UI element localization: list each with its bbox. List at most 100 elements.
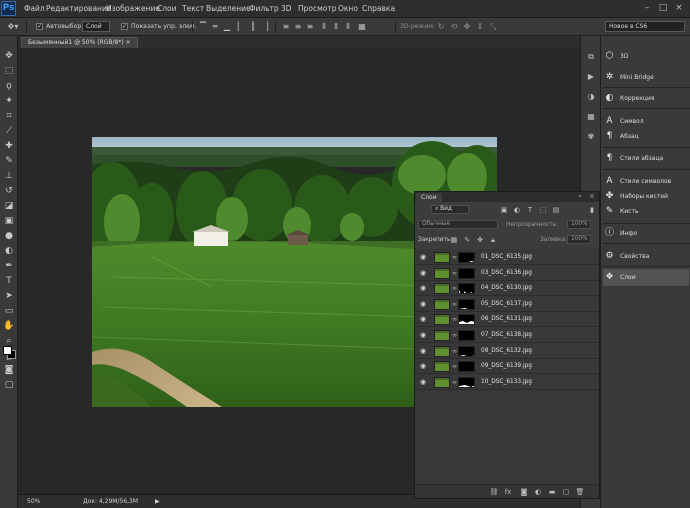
distribute-hcenter-icon[interactable]: ⦀ <box>331 22 341 32</box>
align-top-icon[interactable]: ▔ <box>198 22 208 32</box>
visibility-eye-icon[interactable]: ◉ <box>418 253 428 262</box>
close-panel-icon[interactable]: × <box>589 192 595 200</box>
new-adjustment-layer-icon[interactable]: ◐ <box>533 487 543 497</box>
color-panel-icon[interactable]: ◑ <box>585 92 597 102</box>
link-chain-icon[interactable]: ∞ <box>452 348 457 355</box>
minimize-button[interactable]: – <box>641 3 653 14</box>
clone-stamp-icon[interactable]: ⊥ <box>2 170 16 183</box>
layer-thumbnail[interactable] <box>434 298 450 310</box>
layers-panel-tab[interactable]: Слои <box>416 193 442 202</box>
layer-thumbnail[interactable] <box>434 314 450 326</box>
menu-3d[interactable]: 3D <box>281 4 292 13</box>
layer-row[interactable]: ◉ ∞ 04_DSC_6130.jpg <box>415 281 599 297</box>
filter-toggle-icon[interactable]: ▮ <box>588 205 596 215</box>
layer-mask-thumbnail[interactable] <box>458 361 475 373</box>
distribute-vcenter-icon[interactable]: ≡ <box>293 22 303 32</box>
new-group-icon[interactable]: ▬ <box>547 487 557 497</box>
align-right-icon[interactable]: ▕ <box>260 22 270 32</box>
lasso-icon[interactable]: ϙ <box>2 80 16 93</box>
align-hcenter-icon[interactable]: ║ <box>248 22 258 32</box>
eraser-icon[interactable]: ◪ <box>2 200 16 213</box>
crop-icon[interactable]: ⌗ <box>2 110 16 123</box>
hand-icon[interactable]: ✋ <box>2 320 16 333</box>
layer-thumbnail[interactable] <box>434 252 450 263</box>
layer-mask-thumbnail[interactable] <box>458 267 475 279</box>
layers-panel-header[interactable]: Слои » × <box>415 192 599 202</box>
healing-brush-icon[interactable]: ✚ <box>2 140 16 153</box>
maximize-button[interactable]: □ <box>657 3 669 14</box>
3d-roll-icon[interactable]: ⟲ <box>449 22 459 32</box>
delete-layer-icon[interactable]: 🗑︎ <box>575 487 585 497</box>
menu-edit[interactable]: Редактирование <box>46 4 111 13</box>
lock-transparent-icon[interactable]: ▦ <box>449 235 459 245</box>
link-chain-icon[interactable]: ∞ <box>452 363 457 370</box>
layer-thumbnail[interactable] <box>434 345 450 357</box>
layer-name[interactable]: 10_DSC_6133.jpg <box>481 379 532 385</box>
link-chain-icon[interactable]: ∞ <box>452 285 457 292</box>
visibility-eye-icon[interactable]: ◉ <box>418 284 428 293</box>
layer-filter-select[interactable]: ⌕ Вид <box>431 205 469 214</box>
visibility-eye-icon[interactable]: ◉ <box>418 378 428 387</box>
layer-mask-thumbnail[interactable] <box>458 298 475 310</box>
path-selection-icon[interactable]: ➤ <box>2 290 16 303</box>
3d-scale-icon[interactable]: ⤡ <box>488 22 498 32</box>
layer-thumbnail[interactable] <box>434 376 450 388</box>
collapse-panel-icon[interactable]: » <box>578 193 582 200</box>
link-chain-icon[interactable]: ∞ <box>452 332 457 339</box>
filter-smart-object-icon[interactable]: ▤ <box>551 205 561 215</box>
visibility-eye-icon[interactable]: ◉ <box>418 300 428 309</box>
move-icon[interactable]: ✥ <box>2 50 16 63</box>
visibility-eye-icon[interactable]: ◉ <box>418 331 428 340</box>
layer-name[interactable]: 09_DSC_6139.jpg <box>481 363 532 369</box>
visibility-eye-icon[interactable]: ◉ <box>418 269 428 278</box>
quick-mask-icon[interactable]: ◙ <box>2 364 16 377</box>
menu-view[interactable]: Просмотр <box>298 4 337 13</box>
panel-adjustments[interactable]: ◐ Коррекция <box>603 90 689 107</box>
panel-layers[interactable]: ❖ Слои <box>603 269 689 286</box>
layer-row[interactable]: ◉ ∞ 03_DSC_6136.jpg <box>415 266 599 281</box>
zoom-level[interactable]: 50% <box>27 498 40 505</box>
link-chain-icon[interactable]: ∞ <box>452 316 457 323</box>
layer-name[interactable]: 08_DSC_6132.jpg <box>481 348 532 354</box>
blur-icon[interactable]: ● <box>2 230 16 243</box>
actions-panel-icon[interactable]: ▶ <box>585 72 597 82</box>
layer-mask-thumbnail[interactable] <box>458 345 475 357</box>
autoselect-select[interactable]: Слой <box>82 21 110 32</box>
panel-info[interactable]: ⓘ Инфо <box>603 225 689 242</box>
layer-mask-thumbnail[interactable] <box>458 376 475 388</box>
layer-name[interactable]: 06_DSC_6131.jpg <box>481 316 532 322</box>
menu-layers[interactable]: Слои <box>157 4 177 13</box>
autoselect-checkbox[interactable]: ✓ <box>36 23 43 30</box>
layer-style-icon[interactable]: fx <box>503 487 513 497</box>
show-controls-checkbox[interactable]: ✓ <box>121 23 128 30</box>
link-layers-icon[interactable]: ⛓ <box>489 487 499 497</box>
move-tool-preset-icon[interactable]: ✥▾ <box>6 22 20 32</box>
link-chain-icon[interactable]: ∞ <box>452 379 457 386</box>
visibility-eye-icon[interactable]: ◉ <box>418 315 428 324</box>
auto-align-icon[interactable]: ▦ <box>357 22 367 32</box>
layer-mask-thumbnail[interactable] <box>458 314 475 326</box>
lock-image-icon[interactable]: ✎ <box>462 235 472 245</box>
link-chain-icon[interactable]: ∞ <box>452 301 457 308</box>
layer-thumbnail[interactable] <box>434 330 450 341</box>
link-chain-icon[interactable]: ∞ <box>452 270 457 277</box>
eyedropper-icon[interactable]: ⟋ <box>2 125 16 138</box>
align-left-icon[interactable]: ▏ <box>236 22 246 32</box>
blend-mode-select[interactable]: Обычные <box>418 220 498 229</box>
foreground-color-swatch[interactable] <box>3 346 12 355</box>
panel-3d[interactable]: ⬡ 3D <box>603 48 689 65</box>
menu-select[interactable]: Выделение <box>206 4 251 13</box>
history-panel-icon[interactable]: ⧉ <box>585 52 597 62</box>
layer-row[interactable]: ◉ ∞ 05_DSC_6137.jpg <box>415 297 599 312</box>
layer-row[interactable]: ◉ ∞ 08_DSC_6132.jpg <box>415 344 599 359</box>
layer-name[interactable]: 03_DSC_6136.jpg <box>481 270 532 276</box>
menu-help[interactable]: Справка <box>362 4 395 13</box>
screen-mode-icon[interactable]: ▢ <box>2 379 16 392</box>
history-brush-icon[interactable]: ↺ <box>2 185 16 198</box>
type-icon[interactable]: T <box>2 275 16 288</box>
magic-wand-icon[interactable]: ✦ <box>2 95 16 108</box>
layer-mask-thumbnail[interactable] <box>458 330 475 341</box>
layer-name[interactable]: 04_DSC_6130.jpg <box>481 285 532 291</box>
layer-row[interactable]: ◉ ∞ 06_DSC_6131.jpg <box>415 312 599 328</box>
lock-position-icon[interactable]: ✥ <box>475 235 485 245</box>
